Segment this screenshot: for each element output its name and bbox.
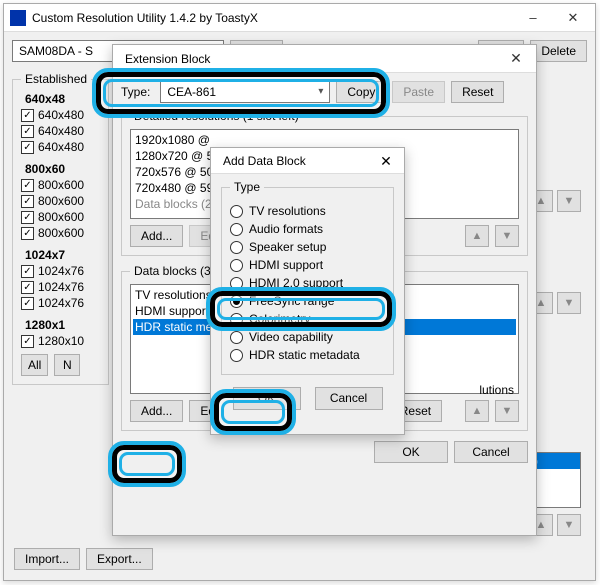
checkbox[interactable]	[21, 125, 34, 138]
none-button[interactable]: N	[54, 354, 80, 376]
radio-label: Audio formats	[249, 222, 323, 236]
res-label: 640x480	[38, 140, 84, 154]
res-label: 1024x76	[38, 264, 84, 278]
radio-label: HDMI 2.0 support	[249, 276, 343, 290]
res-label: 640x480	[38, 108, 84, 122]
all-button[interactable]: All	[21, 354, 48, 376]
add-button[interactable]: Add...	[130, 225, 183, 247]
radio-label: Speaker setup	[249, 240, 326, 254]
res-label: 640x480	[38, 124, 84, 138]
main-title: Custom Resolution Utility 1.4.2 by Toast…	[32, 11, 513, 25]
checkbox[interactable]	[21, 211, 34, 224]
radio-icon[interactable]	[230, 241, 243, 254]
move-down-button[interactable]: ▼	[557, 292, 581, 314]
res-label: 1280x10	[38, 334, 84, 348]
radio-option[interactable]: Speaker setup	[230, 240, 385, 254]
ext-titlebar: Extension Block ✕	[113, 45, 536, 73]
checkbox[interactable]	[21, 179, 34, 192]
peek-label: lutions	[479, 383, 514, 397]
radio-icon[interactable]	[230, 223, 243, 236]
ext-cancel-button[interactable]: Cancel	[454, 441, 528, 463]
list-item[interactable]: 1920x1080 @	[133, 132, 516, 148]
move-up-button[interactable]: ▲	[465, 225, 489, 247]
type-label: Type:	[121, 85, 150, 99]
radio-option[interactable]: TV resolutions	[230, 204, 385, 218]
checkbox[interactable]	[21, 141, 34, 154]
radio-icon[interactable]	[230, 295, 243, 308]
move-down-button[interactable]: ▼	[557, 514, 581, 536]
radio-option[interactable]: HDMI support	[230, 258, 385, 272]
move-down-button[interactable]: ▼	[495, 400, 519, 422]
ext-close-button[interactable]: ✕	[498, 47, 534, 71]
radio-icon[interactable]	[230, 205, 243, 218]
delete-button[interactable]: Delete	[530, 40, 587, 62]
move-down-button[interactable]: ▼	[495, 225, 519, 247]
radio-label: TV resolutions	[249, 204, 326, 218]
paste-button[interactable]: Paste	[392, 81, 445, 103]
radio-icon[interactable]	[230, 259, 243, 272]
checkbox[interactable]	[21, 227, 34, 240]
ext-title: Extension Block	[119, 52, 498, 66]
checkbox[interactable]	[21, 281, 34, 294]
res-label: 800x600	[38, 178, 84, 192]
checkbox[interactable]	[21, 335, 34, 348]
type-group-legend: Type	[230, 180, 264, 194]
radio-icon[interactable]	[230, 331, 243, 344]
radio-label: Colorimetry	[249, 312, 310, 326]
move-down-button[interactable]: ▼	[557, 190, 581, 212]
res-label: 800x600	[38, 226, 84, 240]
est-head-0: 640x48	[21, 92, 100, 106]
ext-block-selected[interactable]: )	[532, 453, 580, 469]
add-data-block-button[interactable]: Add...	[130, 400, 183, 422]
radio-icon[interactable]	[230, 349, 243, 362]
checkbox[interactable]	[21, 109, 34, 122]
type-group: Type TV resolutions Audio formats Speaker …	[221, 180, 394, 375]
est-head-3: 1280x1	[21, 318, 100, 332]
radio-option[interactable]: Video capability	[230, 330, 385, 344]
minimize-button[interactable]: –	[513, 5, 553, 31]
radio-label: HDR static metadata	[249, 348, 360, 362]
data-blocks-legend: Data blocks (3	[130, 264, 215, 278]
radio-option[interactable]: Audio formats	[230, 222, 385, 236]
add-data-block-dialog: Add Data Block ✕ Type TV resolutions Audi…	[210, 147, 405, 435]
radio-label: Video capability	[249, 330, 333, 344]
radio-option[interactable]: Colorimetry	[230, 312, 385, 326]
est-head-2: 1024x7	[21, 248, 100, 262]
add-close-button[interactable]: ✕	[370, 150, 402, 172]
add-title: Add Data Block	[217, 154, 370, 168]
app-icon	[10, 10, 26, 26]
add-cancel-button[interactable]: Cancel	[315, 387, 383, 410]
checkbox[interactable]	[21, 265, 34, 278]
res-label: 800x600	[38, 210, 84, 224]
radio-label: FreeSync range	[249, 294, 334, 308]
copy-button[interactable]: Copy	[336, 81, 386, 103]
radio-option[interactable]: HDR static metadata	[230, 348, 385, 362]
close-button[interactable]: ✕	[553, 5, 593, 31]
radio-icon[interactable]	[230, 313, 243, 326]
established-legend: Established	[21, 72, 91, 86]
radio-option[interactable]: HDMI 2.0 support	[230, 276, 385, 290]
checkbox[interactable]	[21, 297, 34, 310]
add-client: Type TV resolutions Audio formats Speaker …	[211, 174, 404, 420]
est-head-1: 800x60	[21, 162, 100, 176]
type-dropdown[interactable]: CEA-861	[160, 81, 330, 103]
add-titlebar: Add Data Block ✕	[211, 148, 404, 174]
add-ok-button[interactable]: OK	[233, 387, 301, 410]
export-button[interactable]: Export...	[86, 548, 153, 570]
radio-option[interactable]: FreeSync range	[230, 294, 385, 308]
res-label: 1024x76	[38, 280, 84, 294]
ext-ok-button[interactable]: OK	[374, 441, 448, 463]
detailed-legend: Detailed resolutions (1 slot left)	[130, 109, 303, 123]
radio-label: HDMI support	[249, 258, 323, 272]
main-titlebar: Custom Resolution Utility 1.4.2 by Toast…	[4, 4, 595, 32]
radio-icon[interactable]	[230, 277, 243, 290]
res-label: 1024x76	[38, 296, 84, 310]
import-button[interactable]: Import...	[14, 548, 80, 570]
checkbox[interactable]	[21, 195, 34, 208]
established-group: Established 640x48 640x480 640x480 640x4…	[12, 72, 109, 385]
res-label: 800x600	[38, 194, 84, 208]
reset-button[interactable]: Reset	[451, 81, 504, 103]
move-up-button[interactable]: ▲	[465, 400, 489, 422]
